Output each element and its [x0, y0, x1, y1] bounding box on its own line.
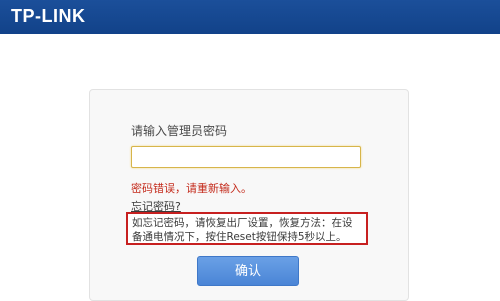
brand-logo: TP-LINK: [11, 6, 86, 26]
password-error-message: 密码错误，请重新输入。: [131, 182, 252, 195]
confirm-button[interactable]: 确认: [197, 256, 299, 286]
admin-password-input[interactable]: [131, 146, 361, 168]
top-header-bar: TP-LINK: [0, 0, 500, 34]
reset-hint-box: 如忘记密码，请恢复出厂设置，恢复方法：在设备通电情况下，按住Reset按钮保持5…: [126, 212, 368, 245]
password-prompt-label: 请输入管理员密码: [131, 124, 228, 138]
